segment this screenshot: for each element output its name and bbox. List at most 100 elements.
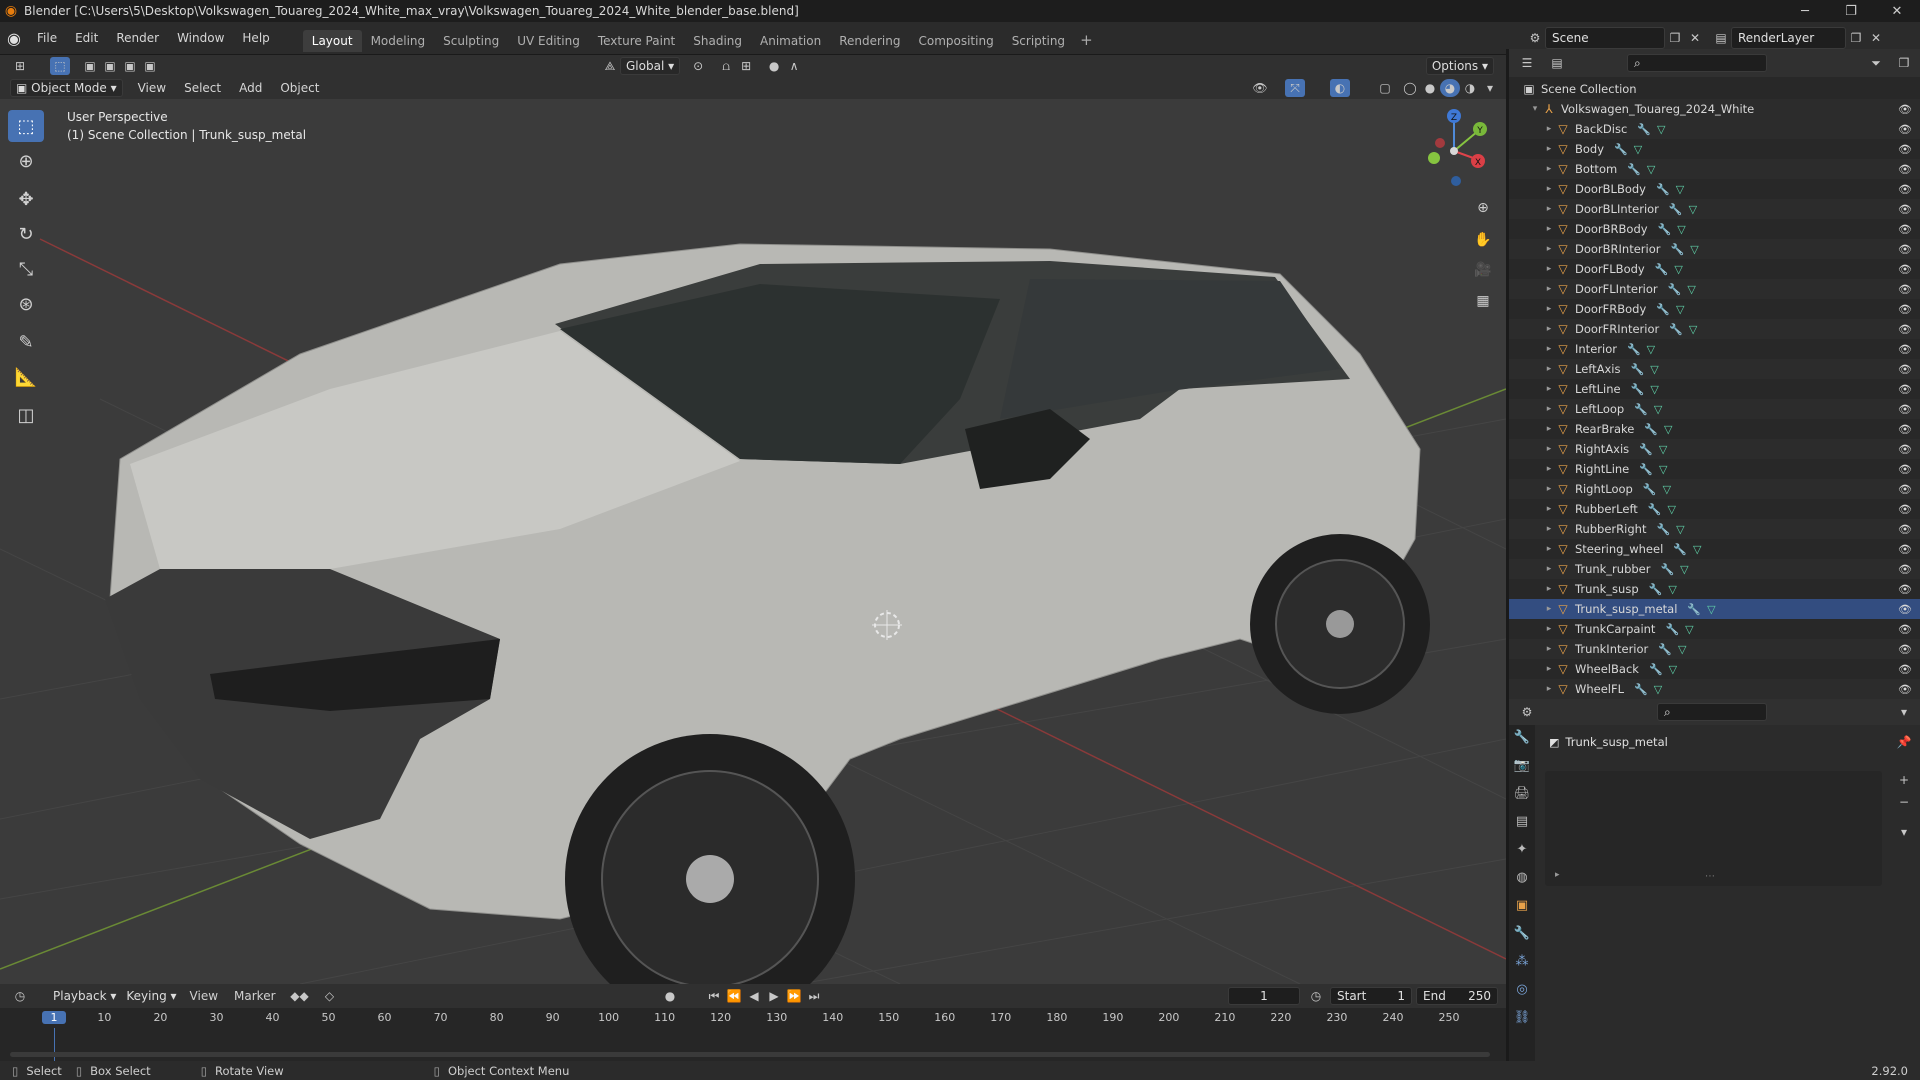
scene-icon[interactable]: ⚙ [1525, 29, 1545, 47]
modifier-tab-icon[interactable]: 🔧 [1509, 921, 1535, 947]
display-mode-icon[interactable]: ▤ [1547, 54, 1567, 72]
expand-icon[interactable]: ▸ [1543, 444, 1555, 454]
expand-icon[interactable]: ▸ [1543, 184, 1555, 194]
tab-animation[interactable]: Animation [751, 30, 830, 52]
select-new-icon[interactable]: ▣ [80, 57, 100, 75]
view-layer-tab-icon[interactable]: ▤ [1509, 809, 1535, 835]
delete-scene-icon[interactable]: ✕ [1685, 29, 1705, 47]
options-dropdown[interactable]: Options ▾ [1425, 57, 1494, 75]
timeline-scrollbar[interactable] [10, 1052, 1490, 1057]
eye-icon[interactable]: 👁 [1898, 343, 1912, 356]
maximize-button[interactable]: ❐ [1828, 0, 1874, 22]
eye-icon[interactable]: 👁 [1898, 643, 1912, 656]
outliner-item-row[interactable]: ▸ ▽ RightLine 🔧 ▽ 👁 [1509, 459, 1920, 479]
outliner-item-row[interactable]: ▸ ▽ TrunkInterior 🔧 ▽ 👁 [1509, 639, 1920, 659]
outliner-item-row[interactable]: ▸ ▽ WheelBack 🔧 ▽ 👁 [1509, 659, 1920, 679]
transform-icon[interactable]: ⊛ [8, 288, 44, 320]
mode-dropdown[interactable]: ▣ Object Mode ▾ [10, 79, 123, 97]
slot-specials-icon[interactable]: ▾ [1894, 823, 1914, 841]
scene-tab-icon[interactable]: ✦ [1509, 837, 1535, 863]
wireframe-shading-icon[interactable]: ◯ [1400, 79, 1420, 97]
eye-icon[interactable]: 👁 [1898, 523, 1912, 536]
snap-icon[interactable]: ⩍ [716, 57, 736, 75]
expand-icon[interactable]: ▸ [1543, 304, 1555, 314]
outliner-item-row[interactable]: ▸ ▽ RearBrake 🔧 ▽ 👁 [1509, 419, 1920, 439]
material-shading-icon[interactable]: ◕ [1440, 79, 1460, 97]
eye-icon[interactable]: 👁 [1898, 623, 1912, 636]
resize-handle-icon[interactable]: ⋯ [1705, 871, 1715, 882]
outliner-item-row[interactable]: ▸ ▽ DoorFRInterior 🔧 ▽ 👁 [1509, 319, 1920, 339]
eye-icon[interactable]: 👁 [1898, 663, 1912, 676]
menu-file[interactable]: File [28, 22, 66, 55]
editor-type-icon[interactable]: ⊞ [10, 57, 30, 75]
start-frame-field[interactable]: Start 1 [1330, 987, 1412, 1005]
expand-icon[interactable]: ▸ [1543, 324, 1555, 334]
output-tab-icon[interactable]: 🖨 [1509, 781, 1535, 807]
move-icon[interactable]: ✥ [8, 183, 44, 215]
outliner-item-row[interactable]: ▸ ▽ DoorBRInterior 🔧 ▽ 👁 [1509, 239, 1920, 259]
eye-icon[interactable]: 👁 [1898, 543, 1912, 556]
visibility-icon[interactable]: 👁 [1250, 79, 1270, 97]
expand-icon[interactable]: ▸ [1543, 544, 1555, 554]
current-frame-field[interactable]: 1 [1228, 987, 1300, 1005]
eye-icon[interactable]: 👁 [1898, 203, 1912, 216]
object-tab-icon[interactable]: ▣ [1509, 893, 1535, 919]
tab-compositing[interactable]: Compositing [909, 30, 1002, 52]
pan-hand-icon[interactable]: ✋ [1470, 227, 1496, 253]
properties-options-icon[interactable]: ▾ [1894, 703, 1914, 721]
current-frame-marker[interactable]: 1 [42, 1011, 66, 1024]
outliner-item-row[interactable]: ▸ ▽ RightLoop 🔧 ▽ 👁 [1509, 479, 1920, 499]
outliner-item-row[interactable]: ▸ ▽ Steering_wheel 🔧 ▽ 👁 [1509, 539, 1920, 559]
menu-help[interactable]: Help [233, 22, 278, 55]
eye-icon[interactable]: 👁 [1898, 283, 1912, 296]
measure-icon[interactable]: 📐 [8, 361, 44, 393]
eye-icon[interactable]: 👁 [1898, 303, 1912, 316]
expand-icon[interactable]: ▸ [1543, 424, 1555, 434]
new-collection-icon[interactable]: ❐ [1894, 54, 1914, 72]
expand-icon[interactable]: ▸ [1543, 584, 1555, 594]
expand-icon[interactable]: ▸ [1543, 624, 1555, 634]
outliner-item-row[interactable]: ▸ ▽ DoorFLBody 🔧 ▽ 👁 [1509, 259, 1920, 279]
falloff-icon[interactable]: ∧ [784, 57, 804, 75]
proportional-icon[interactable]: ● [764, 57, 784, 75]
menu-edit[interactable]: Edit [66, 22, 107, 55]
eye-icon[interactable]: 👁 [1898, 103, 1912, 116]
jump-start-icon[interactable]: ⏮ [704, 987, 724, 1005]
new-scene-icon[interactable]: ❐ [1665, 29, 1685, 47]
tab-shading[interactable]: Shading [684, 30, 751, 52]
outliner-item-row[interactable]: ▸ ▽ Body 🔧 ▽ 👁 [1509, 139, 1920, 159]
tab-uv-editing[interactable]: UV Editing [508, 30, 589, 52]
select-box-icon[interactable]: ⬚ [8, 110, 44, 142]
solid-shading-icon[interactable]: ● [1420, 79, 1440, 97]
minimize-button[interactable]: ─ [1782, 0, 1828, 22]
orientation-icon[interactable]: ⟁ [600, 57, 620, 75]
select-extend-icon[interactable]: ▣ [100, 57, 120, 75]
select-tool-icon[interactable]: ⬚ [50, 57, 70, 75]
orientation-dropdown[interactable]: Global ▾ [620, 57, 681, 75]
jump-end-icon[interactable]: ⏭ [804, 987, 824, 1005]
outliner-collection-row[interactable]: ▾ ⅄ Volkswagen_Touareg_2024_White 👁 [1509, 99, 1920, 119]
ortho-grid-icon[interactable]: ▦ [1470, 288, 1496, 314]
collapse-icon[interactable]: ▾ [1529, 104, 1541, 114]
outliner-item-row[interactable]: ▸ ▽ DoorBLInterior 🔧 ▽ 👁 [1509, 199, 1920, 219]
eye-icon[interactable]: 👁 [1898, 243, 1912, 256]
eye-icon[interactable]: 👁 [1898, 423, 1912, 436]
select-subtract-icon[interactable]: ▣ [120, 57, 140, 75]
close-button[interactable]: ✕ [1874, 0, 1920, 22]
menu-window[interactable]: Window [168, 22, 233, 55]
expand-icon[interactable]: ▸ [1543, 284, 1555, 294]
expand-icon[interactable]: ▸ [1543, 384, 1555, 394]
constraints-tab-icon[interactable]: ⛓ [1509, 1005, 1535, 1031]
eye-icon[interactable]: 👁 [1898, 503, 1912, 516]
outliner-editor-type-icon[interactable]: ☰ [1517, 54, 1537, 72]
eye-icon[interactable]: 👁 [1898, 483, 1912, 496]
scene-field[interactable]: Scene [1545, 27, 1665, 49]
end-frame-field[interactable]: End 250 [1416, 987, 1498, 1005]
eye-icon[interactable]: 👁 [1898, 143, 1912, 156]
eye-icon[interactable]: 👁 [1898, 223, 1912, 236]
next-key-icon[interactable]: ⏩ [784, 987, 804, 1005]
preview-range-icon[interactable]: ◷ [1306, 987, 1326, 1005]
particles-tab-icon[interactable]: ⁂ [1509, 949, 1535, 975]
eye-icon[interactable]: 👁 [1898, 463, 1912, 476]
expand-icon[interactable]: ▸ [1543, 644, 1555, 654]
